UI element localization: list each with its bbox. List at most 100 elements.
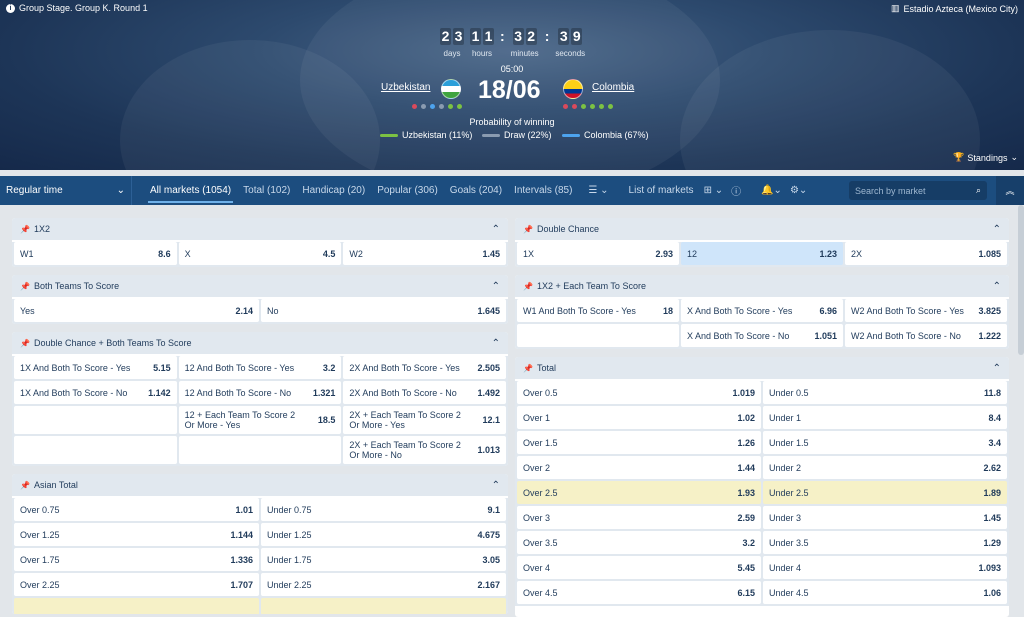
chevron-up-icon[interactable]: ⌃ bbox=[492, 281, 500, 292]
odds-cell[interactable]: Under 3.5 1.29 bbox=[763, 531, 1007, 554]
uzbekistan-flag-icon bbox=[441, 79, 461, 99]
tab-intervals[interactable]: Intervals (85) bbox=[508, 176, 578, 205]
team2-form bbox=[563, 104, 613, 109]
tab-goals[interactable]: Goals (204) bbox=[444, 176, 508, 205]
pin-icon[interactable]: 📌 bbox=[20, 481, 30, 490]
market-total: 📌 Total ⌃ Over 0.5 1.019 Under 0.5 11.8 Over … bbox=[515, 357, 1009, 617]
odds-cell[interactable]: Under 1.5 3.4 bbox=[763, 431, 1007, 454]
search-input[interactable]: Search by market ⌕ bbox=[849, 181, 987, 200]
odds-cell[interactable]: 2X + Each Team To Score 2 Or More - No 1.… bbox=[343, 436, 507, 464]
market-double-chance: 📌 Double Chance ⌃ 1X 2.93 12 1.23 2X 1.085 bbox=[515, 218, 1009, 267]
odds-cell-highlighted[interactable]: Over 2.5 1.93 bbox=[517, 481, 761, 504]
chevron-up-icon[interactable]: ⌃ bbox=[492, 224, 500, 235]
prob-team1: Uzbekistan (11%) bbox=[380, 130, 472, 140]
odds-cell[interactable] bbox=[14, 598, 259, 614]
pin-icon[interactable]: 📌 bbox=[523, 225, 533, 234]
pin-icon[interactable]: 📌 bbox=[20, 225, 30, 234]
prob-bar bbox=[380, 133, 398, 137]
odds-x[interactable]: X 4.5 bbox=[178, 242, 342, 265]
team1-form bbox=[412, 104, 462, 109]
odds-cell[interactable]: X And Both To Score - Yes 6.96 bbox=[681, 299, 843, 322]
grid-view-icon[interactable]: ⊞ ⌄ bbox=[700, 185, 728, 196]
odds-cell[interactable]: 1X 2.93 bbox=[517, 242, 679, 265]
odds-cell[interactable]: Over 1.25 1.144 bbox=[14, 523, 259, 546]
odds-cell[interactable]: Over 3 2.59 bbox=[517, 506, 761, 529]
odds-cell[interactable]: Under 3 1.45 bbox=[763, 506, 1007, 529]
odds-w2[interactable]: W2 1.45 bbox=[343, 242, 507, 265]
pin-icon[interactable]: 📌 bbox=[523, 364, 533, 373]
odds-cell[interactable]: X And Both To Score - No 1.051 bbox=[681, 324, 843, 347]
empty-cell bbox=[14, 436, 177, 464]
countdown-timer: 2 3 days 1 1 hours : 3 2 minutes : 3 9 seconds bbox=[440, 28, 586, 58]
odds-cell[interactable]: Under 4.5 1.06 bbox=[763, 581, 1007, 604]
list-view-icon[interactable]: ☰ ⌄ bbox=[584, 185, 612, 196]
team1-link[interactable]: Uzbekistan bbox=[381, 82, 430, 93]
odds-cell[interactable]: Under 1.75 3.05 bbox=[261, 548, 506, 571]
prob-bar bbox=[482, 133, 500, 137]
odds-cell[interactable]: Over 4 5.45 bbox=[517, 556, 761, 579]
chevron-up-icon[interactable]: ⌃ bbox=[492, 480, 500, 491]
odds-cell[interactable]: Yes 2.14 bbox=[14, 299, 259, 322]
odds-cell[interactable]: 2X And Both To Score - Yes 2.505 bbox=[343, 356, 507, 379]
gear-icon[interactable]: ⚙⌄ bbox=[786, 185, 811, 196]
odds-cell[interactable]: Over 2.25 1.707 bbox=[14, 573, 259, 596]
odds-cell[interactable]: Over 1.5 1.26 bbox=[517, 431, 761, 454]
odds-cell[interactable]: 1X And Both To Score - No 1.142 bbox=[14, 381, 177, 404]
standings-button[interactable]: 🏆 Standings ⌄ bbox=[953, 152, 1018, 163]
probability-title: Probability of winning bbox=[469, 117, 555, 127]
odds-cell[interactable]: Under 0.5 11.8 bbox=[763, 381, 1007, 404]
odds-cell[interactable]: Under 1.25 4.675 bbox=[261, 523, 506, 546]
prob-team2: Colombia (67%) bbox=[562, 130, 649, 140]
chevron-up-icon[interactable]: ⌃ bbox=[993, 224, 1001, 235]
odds-cell[interactable]: 2X 1.085 bbox=[845, 242, 1007, 265]
odds-cell[interactable]: 2X + Each Team To Score 2 Or More - Yes 1… bbox=[343, 406, 507, 434]
odds-cell[interactable]: Under 2 2.62 bbox=[763, 456, 1007, 479]
odds-cell[interactable]: No 1.645 bbox=[261, 299, 506, 322]
odds-cell[interactable]: 1X And Both To Score - Yes 5.15 bbox=[14, 356, 177, 379]
odds-cell[interactable]: W1 And Both To Score - Yes 18 bbox=[517, 299, 679, 322]
odds-cell[interactable] bbox=[261, 598, 506, 614]
odds-cell[interactable]: W2 And Both To Score - Yes 3.825 bbox=[845, 299, 1007, 322]
odds-cell[interactable]: W2 And Both To Score - No 1.222 bbox=[845, 324, 1007, 347]
odds-cell[interactable]: Over 1 1.02 bbox=[517, 406, 761, 429]
team2-link[interactable]: Colombia bbox=[592, 82, 634, 93]
pin-icon[interactable]: 📌 bbox=[20, 339, 30, 348]
odds-cell-highlighted[interactable]: Under 2.5 1.89 bbox=[763, 481, 1007, 504]
odds-cell[interactable]: Over 2 1.44 bbox=[517, 456, 761, 479]
odds-cell[interactable]: Over 0.5 1.019 bbox=[517, 381, 761, 404]
odds-cell[interactable]: 12 + Each Team To Score 2 Or More - Yes 1… bbox=[178, 406, 342, 434]
tab-handicap[interactable]: Handicap (20) bbox=[296, 176, 371, 205]
tab-total[interactable]: Total (102) bbox=[237, 176, 296, 205]
market-1x2: 📌 1X2 ⌃ W1 8.6 X 4.5 W2 1.45 bbox=[12, 218, 508, 267]
bell-icon[interactable]: 🔔⌄ bbox=[757, 185, 786, 196]
stadium-icon: ▥ bbox=[890, 3, 900, 13]
odds-cell-selected[interactable]: 12 1.23 bbox=[681, 242, 843, 265]
odds-cell[interactable]: Under 4 1.093 bbox=[763, 556, 1007, 579]
odds-cell[interactable]: 2X And Both To Score - No 1.492 bbox=[343, 381, 507, 404]
market-asian-total: 📌 Asian Total ⌃ Over 0.75 1.01 Under 0.75 9.1… bbox=[12, 474, 508, 614]
odds-cell[interactable]: Under 1 8.4 bbox=[763, 406, 1007, 429]
scrollbar[interactable] bbox=[1018, 205, 1024, 355]
odds-cell[interactable]: Under 0.75 9.1 bbox=[261, 498, 506, 521]
tab-all-markets[interactable]: All markets (1054) bbox=[144, 176, 237, 205]
pin-icon[interactable]: 📌 bbox=[523, 282, 533, 291]
odds-w1[interactable]: W1 8.6 bbox=[14, 242, 177, 265]
tab-popular[interactable]: Popular (306) bbox=[371, 176, 444, 205]
chevron-up-icon[interactable]: ⌃ bbox=[492, 338, 500, 349]
odds-cell[interactable]: Over 3.5 3.2 bbox=[517, 531, 761, 554]
odds-cell[interactable]: Over 4.5 6.15 bbox=[517, 581, 761, 604]
chevron-up-icon[interactable]: ⌃ bbox=[993, 363, 1001, 374]
odds-cell[interactable]: Under 2.25 2.167 bbox=[261, 573, 506, 596]
odds-cell[interactable]: Over 1.75 1.336 bbox=[14, 548, 259, 571]
regular-time-select[interactable]: Regular time ⌄ bbox=[0, 176, 132, 205]
odds-cell[interactable]: 12 And Both To Score - No 1.321 bbox=[178, 381, 342, 404]
collapse-up-button[interactable]: ︽ bbox=[996, 176, 1024, 205]
info-icon[interactable]: ⓘ bbox=[727, 183, 745, 198]
list-of-markets-link[interactable]: List of markets bbox=[623, 176, 700, 205]
odds-cell[interactable]: 12 And Both To Score - Yes 3.2 bbox=[178, 356, 342, 379]
pin-icon[interactable]: 📌 bbox=[20, 282, 30, 291]
chevron-up-icon[interactable]: ⌃ bbox=[993, 281, 1001, 292]
odds-cell[interactable]: Over 0.75 1.01 bbox=[14, 498, 259, 521]
chevron-down-icon: ⌄ bbox=[116, 185, 125, 196]
market-1x2-each-team: 📌 1X2 + Each Team To Score ⌃ W1 And Both T… bbox=[515, 275, 1009, 349]
